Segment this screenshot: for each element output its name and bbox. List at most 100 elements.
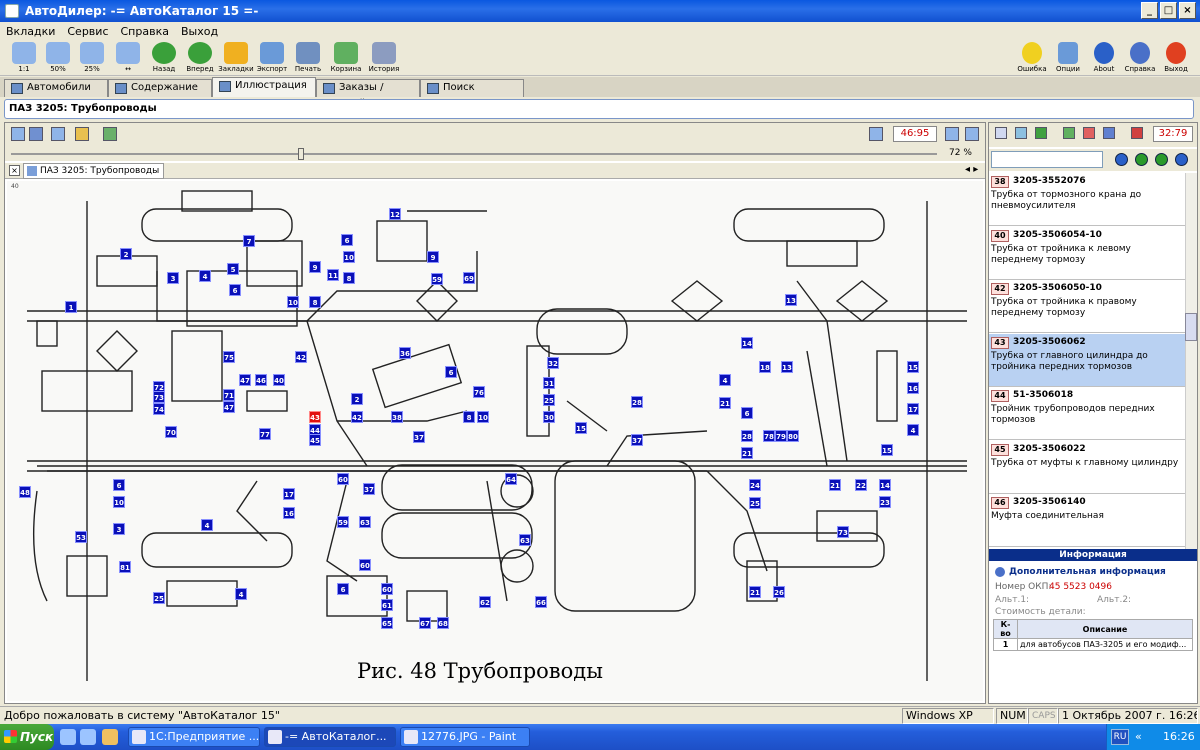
callout-marker[interactable]: 76 — [473, 386, 485, 398]
callout-marker[interactable]: 10 — [343, 251, 355, 263]
close-button[interactable]: × — [1179, 2, 1196, 19]
toolbar-button-bookmarks-star[interactable]: Закладки — [218, 42, 254, 73]
toolbar-button-exit-power[interactable]: Выход — [1158, 42, 1194, 73]
callout-marker[interactable]: 78 — [763, 430, 775, 442]
callout-marker[interactable]: 30 — [543, 411, 555, 423]
delete-icon[interactable] — [1083, 127, 1095, 139]
taskbar-task[interactable]: -= АвтоКаталог... — [264, 727, 396, 747]
callout-marker[interactable]: 60 — [359, 559, 371, 571]
taskbar-task[interactable]: 1С:Предприятие ... — [128, 727, 260, 747]
callout-marker[interactable]: 4 — [719, 374, 731, 386]
copy-parts-icon[interactable] — [995, 127, 1007, 139]
menu-item-tabs[interactable]: Вкладки — [0, 25, 61, 38]
table-row[interactable]: 1 для автобусов ПАЗ-3205 и его модиф... — [993, 638, 1193, 651]
callout-marker[interactable]: 80 — [787, 430, 799, 442]
callout-marker[interactable]: 79 — [775, 430, 787, 442]
callout-marker[interactable]: 9 — [427, 251, 439, 263]
callout-marker[interactable]: 2 — [351, 393, 363, 405]
toolbar-button-basket[interactable]: Корзина — [328, 42, 364, 73]
callout-marker[interactable]: 75 — [223, 351, 235, 363]
callout-marker[interactable]: 31 — [543, 377, 555, 389]
toolbar-button-printer[interactable]: Печать — [290, 42, 326, 73]
callout-marker[interactable]: 42 — [295, 351, 307, 363]
callout-marker[interactable]: 17 — [907, 403, 919, 415]
callout-marker[interactable]: 17 — [283, 488, 295, 500]
filter-icon[interactable] — [1035, 127, 1047, 139]
callout-marker[interactable]: 59 — [431, 273, 443, 285]
callout-marker[interactable]: 60 — [381, 583, 393, 595]
part-list-item[interactable]: 43 3205-3506062 Трубка от главного цилиндр… — [989, 333, 1185, 387]
callout-marker[interactable]: 53 — [75, 531, 87, 543]
tab-0[interactable]: Автомобили — [4, 79, 108, 97]
layout-split-icon[interactable] — [965, 127, 979, 141]
callout-marker[interactable]: 14 — [879, 479, 891, 491]
callout-marker[interactable]: 21 — [749, 586, 761, 598]
callout-marker[interactable]: 25 — [153, 592, 165, 604]
copy-icon[interactable] — [869, 127, 883, 141]
callout-marker[interactable]: 13 — [781, 361, 793, 373]
callout-marker[interactable]: 9 — [309, 261, 321, 273]
callout-marker[interactable]: 37 — [631, 434, 643, 446]
toolbar-button-options[interactable]: Опции — [1050, 42, 1086, 73]
nav-first-icon[interactable] — [1115, 153, 1128, 166]
callout-marker[interactable]: 18 — [759, 361, 771, 373]
callout-marker[interactable]: 66 — [535, 596, 547, 608]
part-list-item[interactable]: 46 3205-3506140 Муфта соединительная — [989, 494, 1185, 547]
callout-marker[interactable]: 5 — [227, 263, 239, 275]
callout-marker[interactable]: 65 — [381, 617, 393, 629]
part-list-item[interactable]: 45 3205-3506022 Трубка от муфты к главному… — [989, 441, 1185, 494]
callout-marker[interactable]: 3 — [167, 272, 179, 284]
toolbar-button-zoom-50[interactable]: 50% — [40, 42, 76, 73]
export-small-icon[interactable] — [103, 127, 117, 141]
callout-marker[interactable]: 28 — [631, 396, 643, 408]
callout-marker[interactable]: 6 — [113, 479, 125, 491]
callout-marker[interactable]: 43 — [309, 411, 321, 423]
refresh-icon[interactable] — [11, 127, 25, 141]
callout-marker[interactable]: 47 — [223, 401, 235, 413]
callout-marker[interactable]: 6 — [741, 407, 753, 419]
nav-last-icon[interactable] — [1175, 153, 1188, 166]
callout-marker[interactable]: 10 — [113, 496, 125, 508]
callout-marker[interactable]: 22 — [855, 479, 867, 491]
callout-marker[interactable]: 6 — [337, 583, 349, 595]
callout-marker[interactable]: 2 — [120, 248, 132, 260]
nav-next-icon[interactable] — [1155, 153, 1168, 166]
schematic-drawing[interactable]: 40 2 3 1 4 5 6 7 10 8 9 11 10 8 6 12 9 5… — [7, 181, 983, 701]
callout-marker[interactable]: 70 — [165, 426, 177, 438]
callout-marker[interactable]: 21 — [719, 397, 731, 409]
tab-scroll-arrows[interactable]: ◂ ▸ — [965, 164, 978, 175]
callout-marker[interactable]: 6 — [341, 234, 353, 246]
callout-marker[interactable]: 63 — [519, 534, 531, 546]
callout-marker[interactable]: 36 — [399, 347, 411, 359]
callout-marker[interactable]: 10 — [287, 296, 299, 308]
explorer-icon[interactable] — [80, 729, 96, 745]
callout-marker[interactable]: 6 — [229, 284, 241, 296]
tab-4[interactable]: Поиск — [420, 79, 524, 97]
callout-marker[interactable]: 1 — [65, 301, 77, 313]
part-list-item[interactable]: 44 51-3506018 Тройник трубопроводов передн… — [989, 387, 1185, 440]
callout-marker[interactable]: 37 — [363, 483, 375, 495]
callout-marker[interactable]: 38 — [391, 411, 403, 423]
callout-marker[interactable]: 63 — [359, 516, 371, 528]
callout-marker[interactable]: 67 — [419, 617, 431, 629]
toolbar-button-export[interactable]: Экспорт — [254, 42, 290, 73]
up-arrow-icon[interactable] — [1063, 127, 1075, 139]
close-doc-icon[interactable]: × — [9, 165, 20, 176]
callout-marker[interactable]: 21 — [741, 447, 753, 459]
toolbar-button-back-arrow[interactable]: Назад — [146, 42, 182, 73]
callout-marker[interactable]: 21 — [829, 479, 841, 491]
callout-marker[interactable]: 7 — [243, 235, 255, 247]
language-indicator[interactable]: RU — [1111, 729, 1129, 745]
callout-marker[interactable]: 74 — [153, 403, 165, 415]
callout-marker[interactable]: 15 — [881, 444, 893, 456]
callout-marker[interactable]: 26 — [773, 586, 785, 598]
callout-marker[interactable]: 8 — [343, 272, 355, 284]
start-button[interactable]: Пуск — [0, 724, 54, 750]
zoom-slider-track[interactable] — [11, 153, 937, 155]
callout-marker[interactable]: 28 — [741, 430, 753, 442]
callout-marker[interactable]: 10 — [477, 411, 489, 423]
callout-marker[interactable]: 25 — [543, 394, 555, 406]
app-quick-icon[interactable] — [102, 729, 118, 745]
callout-marker[interactable]: 40 — [273, 374, 285, 386]
menu-item-help[interactable]: Справка — [115, 25, 175, 38]
